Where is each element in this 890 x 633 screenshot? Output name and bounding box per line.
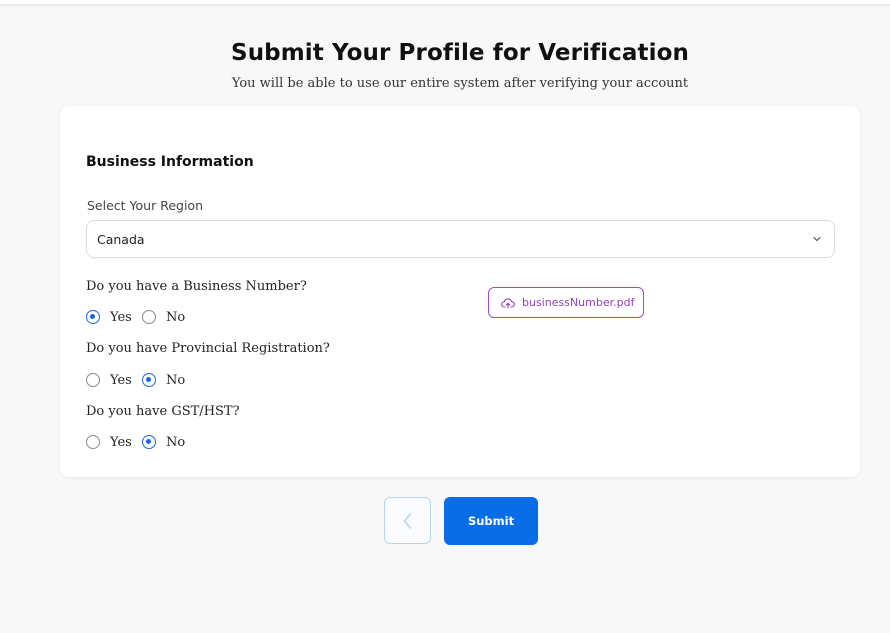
radio-button-checked[interactable] — [142, 373, 156, 387]
radio-label-no: No — [166, 434, 186, 450]
top-bar — [0, 0, 890, 5]
gst-hst-question: Do you have GST/HST? — [86, 404, 240, 419]
region-select-value: Canada — [97, 232, 145, 247]
region-label: Select Your Region — [87, 198, 203, 213]
radio-label-yes: Yes — [110, 309, 132, 325]
business-number-no-option[interactable]: No — [142, 308, 185, 326]
radio-label-no: No — [166, 309, 186, 325]
radio-button[interactable] — [86, 435, 100, 449]
page-subtitle: You will be able to use our entire syste… — [231, 76, 689, 91]
chevron-left-icon — [403, 512, 411, 529]
gst-hst-yes-option[interactable]: Yes — [86, 433, 132, 451]
region-select[interactable]: Canada — [86, 220, 835, 258]
chevron-down-icon — [813, 236, 821, 242]
back-button[interactable] — [384, 497, 431, 544]
radio-button[interactable] — [142, 310, 156, 324]
section-title: Business Information — [86, 154, 254, 170]
radio-button-checked[interactable] — [142, 435, 156, 449]
radio-label-yes: Yes — [110, 434, 132, 450]
submit-button[interactable]: Submit — [444, 497, 538, 545]
radio-label-yes: Yes — [110, 372, 132, 388]
gst-hst-no-option[interactable]: No — [142, 433, 185, 451]
uploaded-file-chip[interactable]: businessNumber.pdf — [488, 287, 644, 318]
provincial-registration-no-option[interactable]: No — [142, 371, 185, 389]
business-information-card: Business Information Select Your Region … — [60, 106, 860, 477]
radio-label-no: No — [166, 372, 186, 388]
radio-button[interactable] — [86, 373, 100, 387]
business-number-yes-option[interactable]: Yes — [86, 308, 132, 326]
uploaded-file-name: businessNumber.pdf — [522, 296, 635, 309]
cloud-upload-icon — [501, 297, 515, 309]
page-title: Submit Your Profile for Verification — [231, 40, 689, 66]
radio-button-checked[interactable] — [86, 310, 100, 324]
provincial-registration-question: Do you have Provincial Registration? — [86, 341, 330, 356]
provincial-registration-yes-option[interactable]: Yes — [86, 371, 132, 389]
business-number-question: Do you have a Business Number? — [86, 279, 307, 294]
